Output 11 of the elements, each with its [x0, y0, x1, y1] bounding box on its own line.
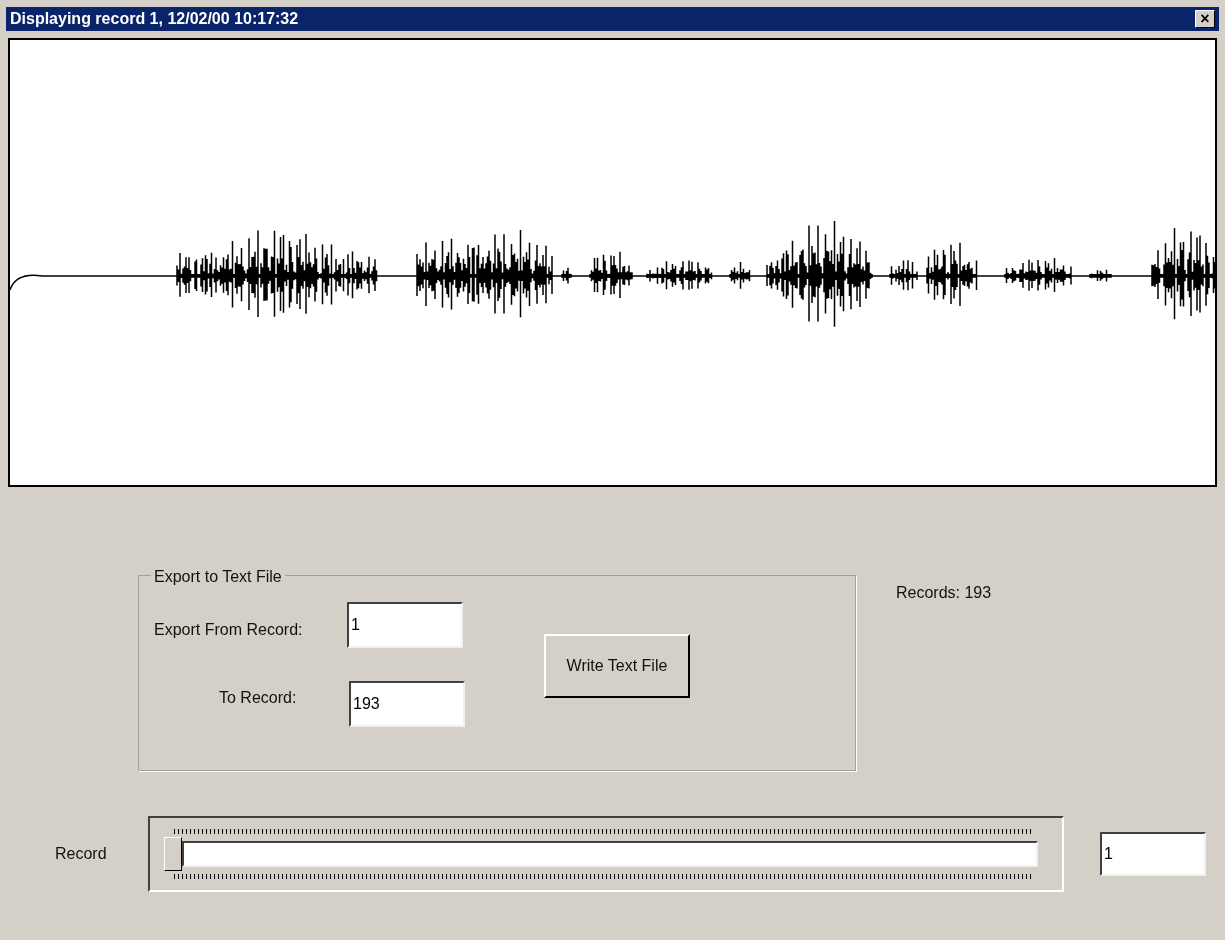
to-field[interactable]: 193: [349, 681, 465, 727]
from-field[interactable]: 1: [347, 602, 463, 648]
slider-thumb[interactable]: [164, 837, 182, 871]
record-field[interactable]: 1: [1100, 832, 1206, 876]
record-label: Record: [55, 844, 108, 864]
from-label: Export From Record:: [154, 620, 303, 640]
close-button[interactable]: ×: [1195, 10, 1215, 28]
records-count: Records: 193: [896, 583, 992, 603]
window-title: Displaying record 1, 12/02/00 10:17:32: [10, 9, 299, 29]
to-label: To Record:: [219, 688, 297, 708]
write-text-file-button[interactable]: Write Text File: [544, 634, 690, 698]
